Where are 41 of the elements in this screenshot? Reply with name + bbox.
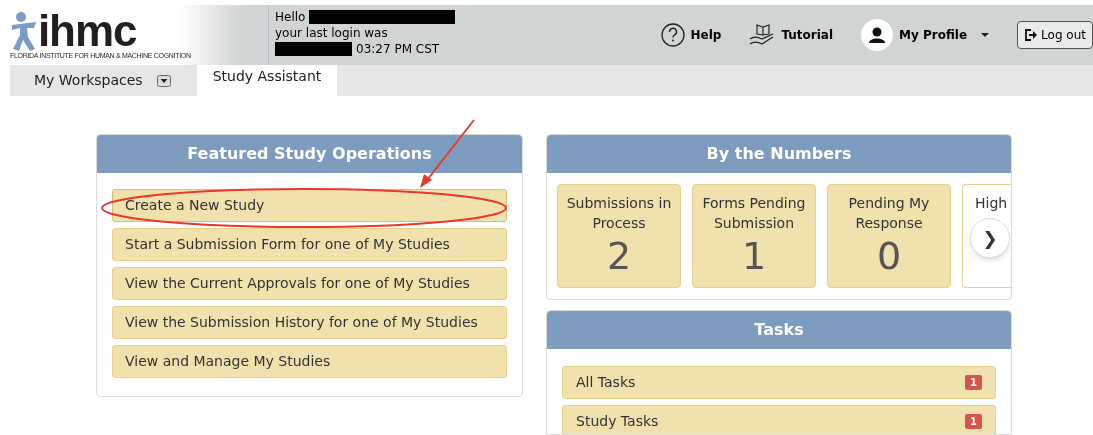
greeting-text: Hello: [275, 9, 306, 25]
last-login-label: your last login was: [275, 25, 388, 41]
logo-wordmark: ihmc: [38, 11, 137, 51]
stat-label: Forms Pending Submission: [701, 194, 807, 233]
task-label: All Tasks: [576, 373, 636, 392]
stat-card[interactable]: Forms Pending Submission 1: [692, 184, 816, 288]
task-label: Study Tasks: [576, 412, 659, 431]
logout-icon: [1024, 28, 1038, 42]
help-link[interactable]: Help: [660, 23, 722, 47]
study-action-button[interactable]: View the Submission History for one of My Studies: [112, 306, 507, 339]
workspaces-menu[interactable]: My Workspaces: [10, 65, 197, 96]
panel-header: Featured Study Operations: [97, 135, 522, 173]
stat-label: Submissions in Process: [565, 194, 673, 233]
task-row[interactable]: Study Tasks 1: [562, 405, 996, 434]
last-login-time: 03:27 PM CST: [356, 41, 440, 57]
help-icon: [660, 23, 685, 47]
stat-label: Pending My Response: [847, 194, 931, 233]
stat-label: High: [974, 194, 1008, 213]
user-avatar-icon: [861, 19, 894, 51]
panel-header: By the Numbers: [547, 135, 1011, 173]
dropdown-icon: [156, 74, 171, 87]
count-badge: 1: [965, 414, 982, 429]
person-figure-icon: [10, 11, 38, 51]
panel-header: Tasks: [547, 311, 1011, 349]
study-assistant-tab[interactable]: Study Assistant: [196, 65, 338, 96]
stat-card[interactable]: Pending My Response 0: [827, 184, 951, 288]
caret-icon: [981, 33, 990, 37]
study-action-button[interactable]: Start a Submission Form for one of My Studies: [112, 228, 507, 261]
logout-button[interactable]: Log out: [1017, 21, 1093, 49]
study-action-button[interactable]: Create a New Study: [112, 189, 507, 222]
stat-card[interactable]: Submissions in Process 2: [557, 184, 681, 288]
stat-value: 1: [741, 233, 767, 279]
study-action-button[interactable]: View and Manage My Studies: [112, 345, 507, 378]
count-badge: 1: [965, 375, 982, 390]
tutorial-link[interactable]: Tutorial: [749, 23, 834, 47]
profile-link[interactable]: My Profile: [861, 19, 990, 51]
study-action-button[interactable]: View the Current Approvals for one of My Studies: [112, 267, 507, 300]
task-row[interactable]: All Tasks 1: [562, 366, 996, 399]
book-on-hand-icon: [749, 23, 776, 47]
stat-value: 0: [876, 233, 902, 279]
stat-value: 2: [606, 233, 632, 279]
